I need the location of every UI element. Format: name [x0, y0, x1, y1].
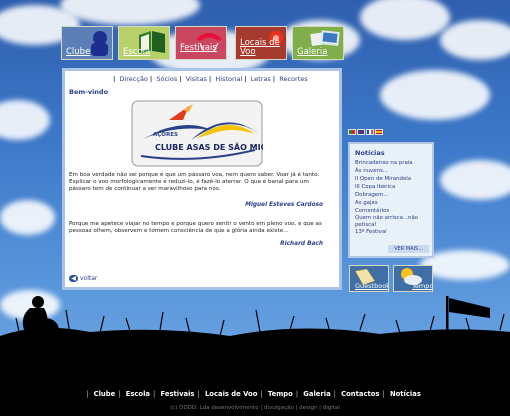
news-item[interactable]: II Open de Mirandela — [355, 175, 432, 183]
subnav-visitas[interactable]: Visitas — [186, 75, 207, 83]
quote-author: Richard Bach — [280, 241, 323, 247]
footer-link-noticias[interactable]: Notícias — [390, 390, 421, 398]
france-flag-icon[interactable] — [366, 129, 374, 135]
nav-tile-escola[interactable]: Escola — [118, 26, 170, 60]
logo-text: CLUBE ASAS DE SÃO MIGUEL — [155, 142, 263, 152]
club-logo: AÇORES CLUBE ASAS DE SÃO MIGUEL — [131, 100, 263, 167]
news-item[interactable]: Brincadeiras na praia — [355, 159, 432, 167]
news-list: Brincadeiras na praia Às nuvens... II Op… — [355, 159, 432, 236]
nav-tile-label: Galeria — [297, 47, 328, 57]
quote-author: Miguel Esteves Cardoso — [245, 202, 323, 208]
guestbook-tile[interactable]: Guestbook — [349, 265, 389, 292]
weather-tile[interactable]: Tempo — [393, 265, 433, 292]
main-content-panel: | Direcção | Sócios | Visitas | Historial | … — [62, 68, 342, 290]
subnav-historial[interactable]: Historial — [215, 75, 242, 83]
news-item[interactable]: Quem não arrisca...não petisca! — [355, 215, 432, 228]
nav-tile-clube[interactable]: Clube — [61, 26, 113, 60]
page-title: Bem-vindo — [69, 88, 109, 96]
footer-link-galeria[interactable]: Galeria — [303, 390, 330, 398]
cloud — [0, 200, 55, 235]
logo-text-acores: AÇORES — [153, 132, 178, 138]
cloud — [440, 160, 510, 200]
news-item[interactable]: III Copa Ibérica — [355, 183, 432, 191]
cloud — [60, 0, 200, 25]
spain-flag-icon[interactable] — [375, 129, 383, 135]
footer-link-contactos[interactable]: Contactos — [341, 390, 379, 398]
subnav-direccao[interactable]: Direcção — [119, 75, 147, 83]
footer-link-locais[interactable]: Locais de Voo — [205, 390, 257, 398]
news-item[interactable]: Às nuvens... — [355, 167, 432, 175]
nav-tile-locais[interactable]: Locais de Voo — [235, 26, 287, 60]
nav-tile-label: Locais de Voo — [240, 38, 280, 57]
cloud — [380, 70, 490, 120]
nav-tile-galeria[interactable]: Galeria — [292, 26, 344, 60]
nav-tile-label: Clube — [66, 47, 91, 57]
nav-tile-festivais[interactable]: Festivais — [175, 26, 227, 60]
cloud — [440, 20, 510, 60]
pilot-helmet-icon — [91, 31, 108, 56]
portugal-flag-icon[interactable] — [348, 129, 356, 135]
news-item[interactable]: As gajas — [355, 199, 432, 207]
footer-link-festivais[interactable]: Festivais — [160, 390, 194, 398]
footer-link-escola[interactable]: Escola — [126, 390, 150, 398]
tile-label: Guestbook — [355, 282, 389, 290]
footer-link-clube[interactable]: Clube — [94, 390, 116, 398]
sub-navigation: | Direcção | Sócios | Visitas | Historial | … — [113, 75, 308, 83]
nav-tile-label: Escola — [123, 47, 151, 57]
footer-link-tempo[interactable]: Tempo — [268, 390, 293, 398]
grass-silhouette — [0, 296, 510, 416]
tile-label: Tempo — [412, 282, 433, 290]
footer-nav: | Clube | Escola | Festivais | Locais de Vo… — [86, 390, 421, 398]
copyright-text: (c) DDDD, Lda desenvolvimento | divulgaç… — [170, 405, 340, 411]
news-item[interactable]: Comentários — [355, 207, 432, 215]
news-title: Notícias — [355, 149, 385, 157]
back-label: voltar — [80, 275, 98, 282]
quote-paragraph: Em boa verdade não sei porque é que um p… — [69, 172, 320, 193]
back-button[interactable]: ◀ voltar — [69, 275, 97, 282]
subnav-letras[interactable]: Letras — [251, 75, 271, 83]
uk-flag-icon[interactable] — [357, 129, 365, 135]
nav-tile-label: Festivais — [180, 43, 217, 53]
quote-paragraph: Porque me apetece viajar no tempo e porq… — [69, 221, 322, 235]
see-more-button[interactable]: VER MAIS... — [388, 245, 429, 253]
subnav-socios[interactable]: Sócios — [156, 75, 177, 83]
news-panel: Notícias Brincadeiras na praia Às nuvens… — [348, 142, 434, 258]
subnav-recortes[interactable]: Recortes — [279, 75, 307, 83]
language-selector — [348, 129, 383, 135]
cloud — [0, 100, 50, 140]
news-item[interactable]: 13º Festival — [355, 228, 432, 236]
cloud — [360, 0, 450, 40]
news-item[interactable]: Dobragem... — [355, 191, 432, 199]
back-arrow-icon: ◀ — [69, 275, 78, 282]
